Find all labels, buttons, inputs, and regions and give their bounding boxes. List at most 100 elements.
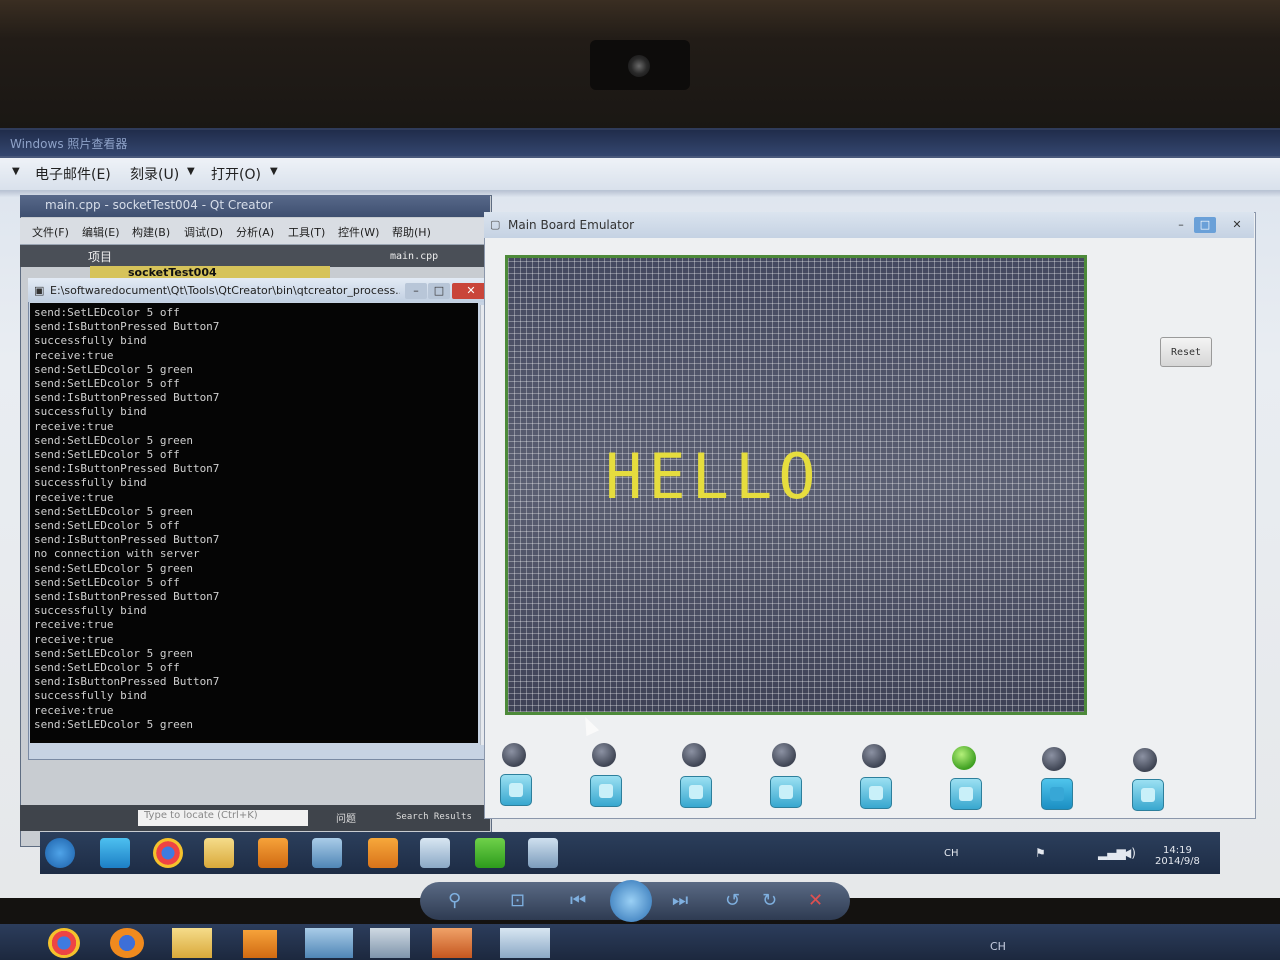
zoom-icon[interactable]: ⚲ (448, 890, 461, 911)
qt-menu-file[interactable]: 文件(F) (32, 224, 69, 240)
maximize-button[interactable]: □ (428, 283, 450, 299)
led-3 (682, 743, 706, 767)
console-line: send:SetLEDcolor 5 off (34, 575, 180, 589)
console-line: receive:true (34, 703, 114, 717)
console-line: send:SetLEDcolor 5 off (34, 519, 180, 533)
volume-icon[interactable]: ◀) (1122, 846, 1136, 860)
slideshow-button[interactable] (610, 880, 652, 922)
qtcreator-title: main.cpp - socketTest004 - Qt Creator (45, 198, 273, 212)
menu-burn[interactable]: 刻录(U) (130, 164, 179, 184)
window-app-icon[interactable] (312, 838, 342, 868)
terminal-icon[interactable] (370, 928, 410, 958)
photo-viewer-titlebar: Windows 照片查看器 (0, 130, 1280, 156)
next-icon[interactable]: ⏭ (672, 890, 688, 911)
rotate-left-icon[interactable]: ↺ (725, 890, 740, 911)
qtcreator-titlebar: main.cpp - socketTest004 - Qt Creator (20, 195, 490, 217)
qtcreator-menubar: 文件(F) 编辑(E) 构建(B) 调试(D) 分析(A) 工具(T) 控件(W… (20, 218, 490, 245)
led-2 (592, 743, 616, 767)
clock-time: 14:19 (1163, 845, 1192, 856)
console-line: receive:true (34, 632, 114, 646)
led-5 (862, 744, 886, 768)
fit-window-icon[interactable]: ⊡ (510, 890, 525, 911)
console-line: receive:true (34, 348, 114, 362)
lcd-text: HELLO (605, 440, 822, 513)
maximize-button[interactable]: □ (1194, 217, 1216, 233)
powerpoint-icon[interactable] (368, 838, 398, 868)
menu-arrow-icon: ▼ (12, 166, 20, 177)
console-app-icon: ▣ (34, 284, 45, 297)
delete-icon[interactable]: ✕ (808, 890, 823, 911)
clock-date: 2014/9/8 (1155, 856, 1200, 867)
board-button-7[interactable] (1041, 778, 1073, 810)
qt-creator-icon[interactable] (475, 838, 505, 868)
console-line: send:SetLEDcolor 5 off (34, 661, 180, 675)
led-7 (1042, 747, 1066, 771)
console-line: receive:true (34, 490, 114, 504)
led-1 (502, 743, 526, 767)
app-window-icon[interactable] (420, 838, 450, 868)
qt-menu-debug[interactable]: 调试(D) (184, 224, 223, 240)
board-button-2[interactable] (590, 775, 622, 807)
project-label: 项目 (88, 250, 113, 264)
locate-input[interactable]: Type to locate (Ctrl+K) (138, 810, 308, 826)
qt-menu-widgets[interactable]: 控件(W) (338, 224, 379, 240)
board-button-4[interactable] (770, 776, 802, 808)
board-button-6[interactable] (950, 778, 982, 810)
open-file-tab[interactable]: main.cpp (390, 251, 438, 262)
board-button-8[interactable] (1132, 779, 1164, 811)
console-line: send:IsButtonPressed Button7 (34, 320, 220, 334)
minimize-button[interactable]: – (405, 283, 427, 299)
console-line: send:SetLEDcolor 5 off (34, 377, 180, 391)
reset-button[interactable]: Reset (1160, 337, 1212, 367)
console-line: send:SetLEDcolor 5 green (34, 433, 193, 447)
app-grid-icon[interactable] (432, 928, 472, 958)
console-line: send:SetLEDcolor 5 off (34, 448, 180, 462)
photo-viewer-menubar: ▼ 电子邮件(E) 刻录(U) ▼ 打开(O) ▼ (0, 158, 1280, 191)
console-line: send:IsButtonPressed Button7 (34, 675, 220, 689)
console-line: receive:true (34, 419, 114, 433)
minimize-button[interactable]: – (1170, 217, 1192, 233)
qt-menu-analyze[interactable]: 分析(A) (236, 224, 274, 240)
led-4 (772, 743, 796, 767)
led-6 (952, 746, 976, 770)
console-line: send:SetLEDcolor 5 off (34, 306, 180, 319)
internet-explorer-icon[interactable] (100, 838, 130, 868)
menu-email[interactable]: 电子邮件(E) (35, 164, 111, 184)
qt-menu-help[interactable]: 帮助(H) (392, 224, 431, 240)
tab-issues[interactable]: 问题 (336, 810, 356, 825)
console-line: successfully bind (34, 604, 147, 618)
console-title: E:\softwaredocument\Qt\Tools\QtCreator\b… (50, 284, 400, 297)
photo-viewer-task-icon[interactable] (500, 928, 550, 958)
console-line: no connection with server (34, 547, 200, 561)
media-player-icon[interactable] (243, 930, 277, 958)
board-button-3[interactable] (680, 776, 712, 808)
media-player-icon[interactable] (258, 838, 288, 868)
menu-open[interactable]: 打开(O) (211, 164, 261, 184)
console-line: send:IsButtonPressed Button7 (34, 462, 220, 476)
rotate-right-icon[interactable]: ↻ (762, 890, 777, 911)
console-output: send:SetLEDcolor 5 off send:IsButtonPres… (34, 306, 474, 732)
folder-icon[interactable] (172, 928, 212, 958)
chrome-icon[interactable] (48, 928, 80, 958)
close-button[interactable]: ✕ (1226, 217, 1248, 233)
board-button-5[interactable] (860, 777, 892, 809)
start-icon[interactable] (45, 838, 75, 868)
previous-icon[interactable]: ⏮ (570, 890, 586, 911)
qt-menu-edit[interactable]: 编辑(E) (82, 224, 120, 240)
console-line: successfully bind (34, 334, 147, 348)
tab-search-results[interactable]: Search Results (396, 812, 472, 822)
console-line: send:SetLEDcolor 5 green (34, 504, 193, 518)
flag-icon[interactable]: ⚑ (1035, 846, 1046, 860)
qt-menu-tools[interactable]: 工具(T) (288, 224, 325, 240)
board-button-1[interactable] (500, 774, 532, 806)
outer-language-indicator[interactable]: CH (990, 940, 1006, 953)
emulator-task-icon[interactable] (528, 838, 558, 868)
chrome-icon[interactable] (153, 838, 183, 868)
console-line: successfully bind (34, 405, 147, 419)
window-app-icon[interactable] (305, 928, 353, 958)
qt-menu-build[interactable]: 构建(B) (132, 224, 170, 240)
system-clock[interactable]: 14:19 2014/9/8 (1155, 845, 1200, 867)
folder-icon[interactable] (204, 838, 234, 868)
firefox-icon[interactable] (110, 928, 144, 958)
language-indicator[interactable]: CH (944, 848, 959, 859)
